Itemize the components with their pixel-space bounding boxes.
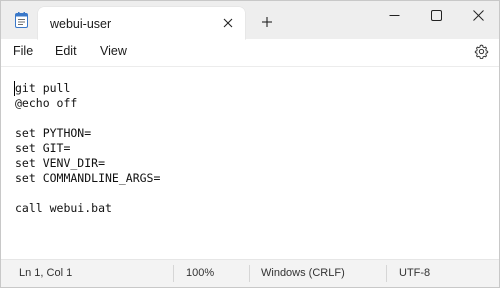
menu-file[interactable]: File [13,44,33,58]
notepad-icon [15,12,28,28]
gear-icon[interactable] [473,43,489,59]
status-divider [386,265,387,282]
close-icon[interactable] [221,16,235,30]
minimize-icon[interactable] [373,1,415,29]
status-divider [249,265,250,282]
status-bar: Ln 1, Col 1 100% Windows (CRLF) UTF-8 [1,259,499,287]
menu-edit[interactable]: Edit [55,44,77,58]
plus-icon[interactable] [259,14,275,30]
status-divider [173,265,174,282]
encoding[interactable]: UTF-8 [399,267,430,279]
cursor-position: Ln 1, Col 1 [19,267,73,279]
window-controls [373,1,499,31]
editor-content[interactable]: git pull @echo off set PYTHON= set GIT= … [15,81,160,216]
tab-webui-user[interactable]: webui-user [38,7,245,40]
title-bar: webui-user [1,1,499,40]
line-ending[interactable]: Windows (CRLF) [261,267,345,279]
zoom-level[interactable]: 100% [186,267,214,279]
menu-view[interactable]: View [100,44,127,58]
notepad-window: webui-user File Edit View git pull @echo… [0,0,500,288]
text-editor[interactable]: git pull @echo off set PYTHON= set GIT= … [1,67,499,261]
close-window-icon[interactable] [457,1,499,29]
text-caret [14,81,15,96]
maximize-icon[interactable] [415,1,457,29]
tab-title: webui-user [50,17,112,31]
menu-bar: File Edit View [1,40,499,65]
